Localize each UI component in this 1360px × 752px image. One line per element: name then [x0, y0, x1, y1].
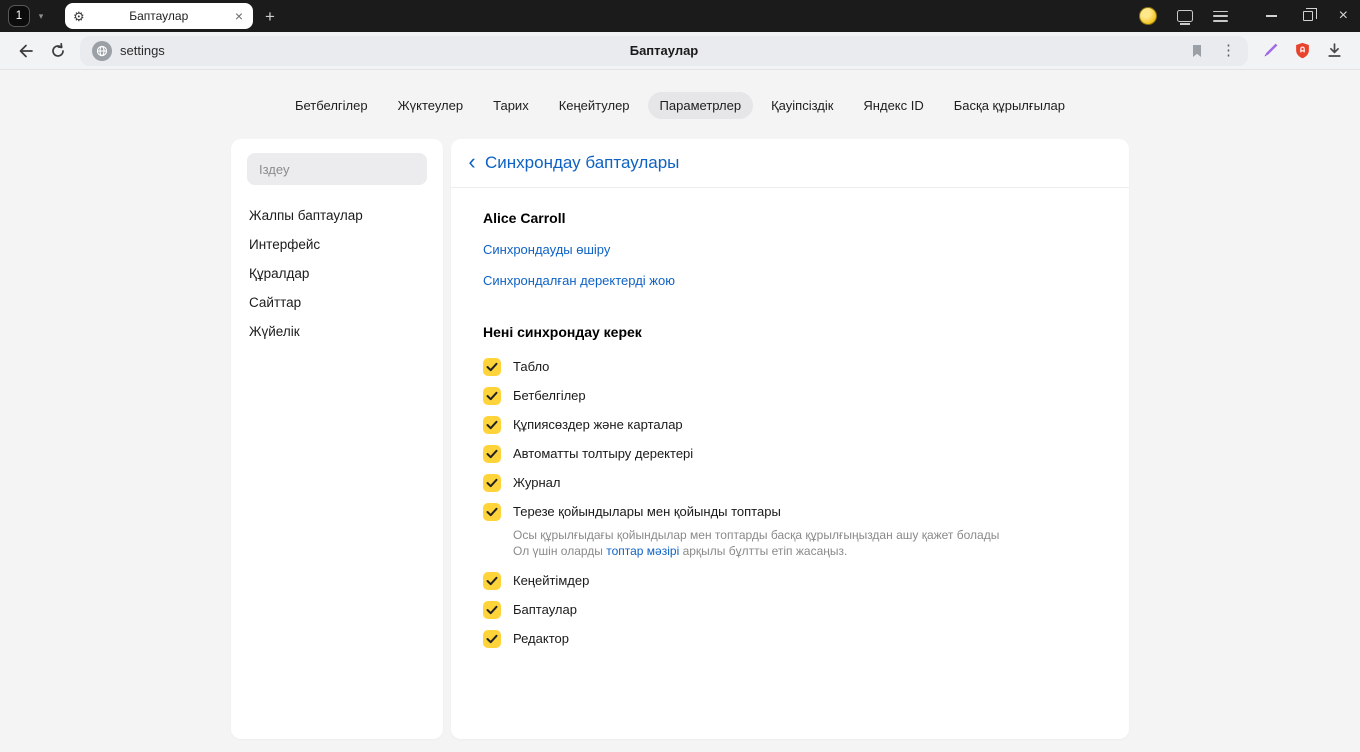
copilot-pen-button[interactable]	[1254, 36, 1286, 66]
back-arrow-icon	[19, 44, 33, 57]
checkbox-label: Құпиясөздер және карталар	[513, 417, 683, 432]
shield-icon	[1295, 42, 1309, 59]
sync-items-list: Табло Бетбелгілер Құпиясөздер және карта…	[483, 352, 1097, 653]
checkbox-settings[interactable]	[483, 600, 501, 619]
address-bar-actions: ⋮	[1189, 43, 1236, 59]
hamburger-menu-icon[interactable]	[1212, 10, 1228, 22]
sidebar-list: Жалпы баптаулар Интерфейс Құралдар Сайтт…	[247, 201, 427, 346]
download-icon	[1327, 43, 1341, 57]
sync-settings-header: ‹ Синхрондау баптаулары	[451, 139, 1129, 188]
downloads-button[interactable]	[1318, 36, 1350, 66]
site-globe-icon	[92, 40, 112, 61]
checkbox-label: Журнал	[513, 475, 561, 490]
nav-tab-downloads[interactable]: Жүктеулер	[386, 92, 476, 119]
checkbox-label: Кеңейтімдер	[513, 573, 590, 588]
sidebar-item-general[interactable]: Жалпы баптаулар	[247, 201, 427, 230]
sync-item-row-settings: Баптаулар	[483, 595, 1097, 624]
settings-sidebar: Жалпы баптаулар Интерфейс Құралдар Сайтт…	[231, 139, 443, 739]
section-title: Нені синхрондау керек	[483, 324, 642, 340]
sync-item-row-bookmarks: Бетбелгілер	[483, 381, 1097, 410]
back-chevron-icon[interactable]: ‹	[465, 150, 479, 176]
nav-tab-other-devices[interactable]: Басқа құрылғылар	[942, 92, 1077, 119]
protect-shield-button[interactable]	[1286, 36, 1318, 66]
new-tab-button[interactable]: +	[265, 8, 275, 25]
sync-tabs-note: Осы құрылғыдағы қойындылар мен топтарды …	[513, 527, 1097, 559]
address-bar[interactable]: settings Баптаулар ⋮	[80, 35, 1248, 66]
url-text: settings	[120, 43, 165, 58]
sync-item-row-tabs: Терезе қойындылары мен қойынды топтары	[483, 497, 1097, 526]
titlebar-right-controls: ×	[1138, 7, 1348, 25]
nav-tab-history[interactable]: Тарих	[481, 92, 541, 119]
bookmark-flag-icon[interactable]	[1189, 43, 1205, 59]
nav-tab-extensions[interactable]: Кеңейтулер	[547, 92, 642, 119]
window-controls: ×	[1265, 8, 1348, 24]
minimize-button[interactable]	[1265, 15, 1277, 17]
sidebar-item-interface[interactable]: Интерфейс	[247, 230, 427, 259]
pen-icon	[1264, 43, 1278, 56]
checkbox-passwords[interactable]	[483, 415, 501, 434]
page-title: Синхрондау баптаулары	[485, 153, 680, 172]
sync-item-row-passwords: Құпиясөздер және карталар	[483, 410, 1097, 439]
sync-settings-panel: ‹ Синхрондау баптаулары Alice Carroll Си…	[451, 139, 1129, 739]
tab-close-icon[interactable]: ×	[233, 9, 245, 23]
tab-groups-menu-link[interactable]: топтар мәзірі	[606, 544, 679, 558]
settings-nav-tabs: Бетбелгілер Жүктеулер Тарих Кеңейтулер П…	[0, 70, 1360, 139]
checkbox-tabs[interactable]	[483, 502, 501, 521]
note-line2-suffix: арқылы бұлтты етіп жасаңыз.	[679, 544, 848, 558]
delete-synced-data-link[interactable]: Синхрондалған деректерді жою	[483, 273, 675, 288]
back-button[interactable]	[10, 36, 42, 66]
tab-list-chevron-icon[interactable]: ▾	[35, 11, 47, 22]
nav-tab-security[interactable]: Қауіпсіздік	[759, 92, 845, 119]
sync-item-row-tablo: Табло	[483, 352, 1097, 381]
nav-tab-settings[interactable]: Параметрлер	[647, 92, 754, 119]
sync-item-row-autofill: Автоматты толтыру деректері	[483, 439, 1097, 468]
settings-content: Жалпы баптаулар Интерфейс Құралдар Сайтт…	[0, 139, 1360, 739]
sidebar-item-system[interactable]: Жүйелік	[247, 317, 427, 346]
tab-title: Баптаулар	[129, 9, 189, 23]
tab-group-badge[interactable]: 1	[8, 5, 30, 27]
search-input[interactable]	[247, 153, 427, 185]
sidebar-item-tools[interactable]: Құралдар	[247, 259, 427, 288]
close-window-button[interactable]: ×	[1339, 8, 1348, 24]
sync-settings-body: Alice Carroll Синхрондауды өшіру Синхрон…	[451, 210, 1129, 653]
sync-item-row-editor: Редактор	[483, 624, 1097, 653]
checkbox-autofill[interactable]	[483, 444, 501, 463]
checkbox-editor[interactable]	[483, 629, 501, 648]
checkbox-extensions[interactable]	[483, 571, 501, 590]
sync-item-row-history: Журнал	[483, 468, 1097, 497]
note-line2: Ол үшін оларды топтар мәзірі арқылы бұлт…	[513, 543, 1097, 559]
browser-tab[interactable]: ⚙ Баптаулар ×	[65, 3, 253, 29]
checkbox-label: Бетбелгілер	[513, 388, 586, 403]
browser-toolbar: settings Баптаулар ⋮	[0, 32, 1360, 70]
nav-tab-bookmarks[interactable]: Бетбелгілер	[283, 92, 380, 119]
checkbox-history[interactable]	[483, 473, 501, 492]
checkbox-label: Редактор	[513, 631, 569, 646]
window-titlebar: 1 ▾ ⚙ Баптаулар × + ×	[0, 0, 1360, 32]
sidebar-item-sites[interactable]: Сайттар	[247, 288, 427, 317]
reload-icon	[52, 42, 64, 57]
note-line2-prefix: Ол үшін оларды	[513, 544, 607, 558]
checkbox-label: Табло	[513, 359, 550, 374]
panel-icon[interactable]	[1176, 10, 1193, 25]
profile-avatar[interactable]	[1138, 7, 1157, 25]
checkbox-tablo[interactable]	[483, 357, 501, 376]
note-line1: Осы құрылғыдағы қойындылар мен топтарды …	[513, 528, 1000, 542]
reload-button[interactable]	[42, 36, 74, 66]
sync-item-row-extensions: Кеңейтімдер	[483, 566, 1097, 595]
restore-button[interactable]	[1302, 8, 1317, 21]
checkbox-label: Терезе қойындылары мен қойынды топтары	[513, 504, 781, 519]
settings-page: Бетбелгілер Жүктеулер Тарих Кеңейтулер П…	[0, 70, 1360, 751]
checkbox-label: Автоматты толтыру деректері	[513, 446, 694, 461]
account-name: Alice Carroll	[483, 210, 566, 226]
site-menu-dots-icon[interactable]: ⋮	[1221, 43, 1236, 58]
checkbox-label: Баптаулар	[513, 602, 577, 617]
omnibox-page-title: Баптаулар	[629, 43, 699, 58]
nav-tab-yandex-id[interactable]: Яндекс ID	[851, 92, 935, 119]
checkbox-bookmarks[interactable]	[483, 386, 501, 405]
settings-gear-icon: ⚙	[73, 8, 85, 24]
disable-sync-link[interactable]: Синхрондауды өшіру	[483, 242, 610, 257]
